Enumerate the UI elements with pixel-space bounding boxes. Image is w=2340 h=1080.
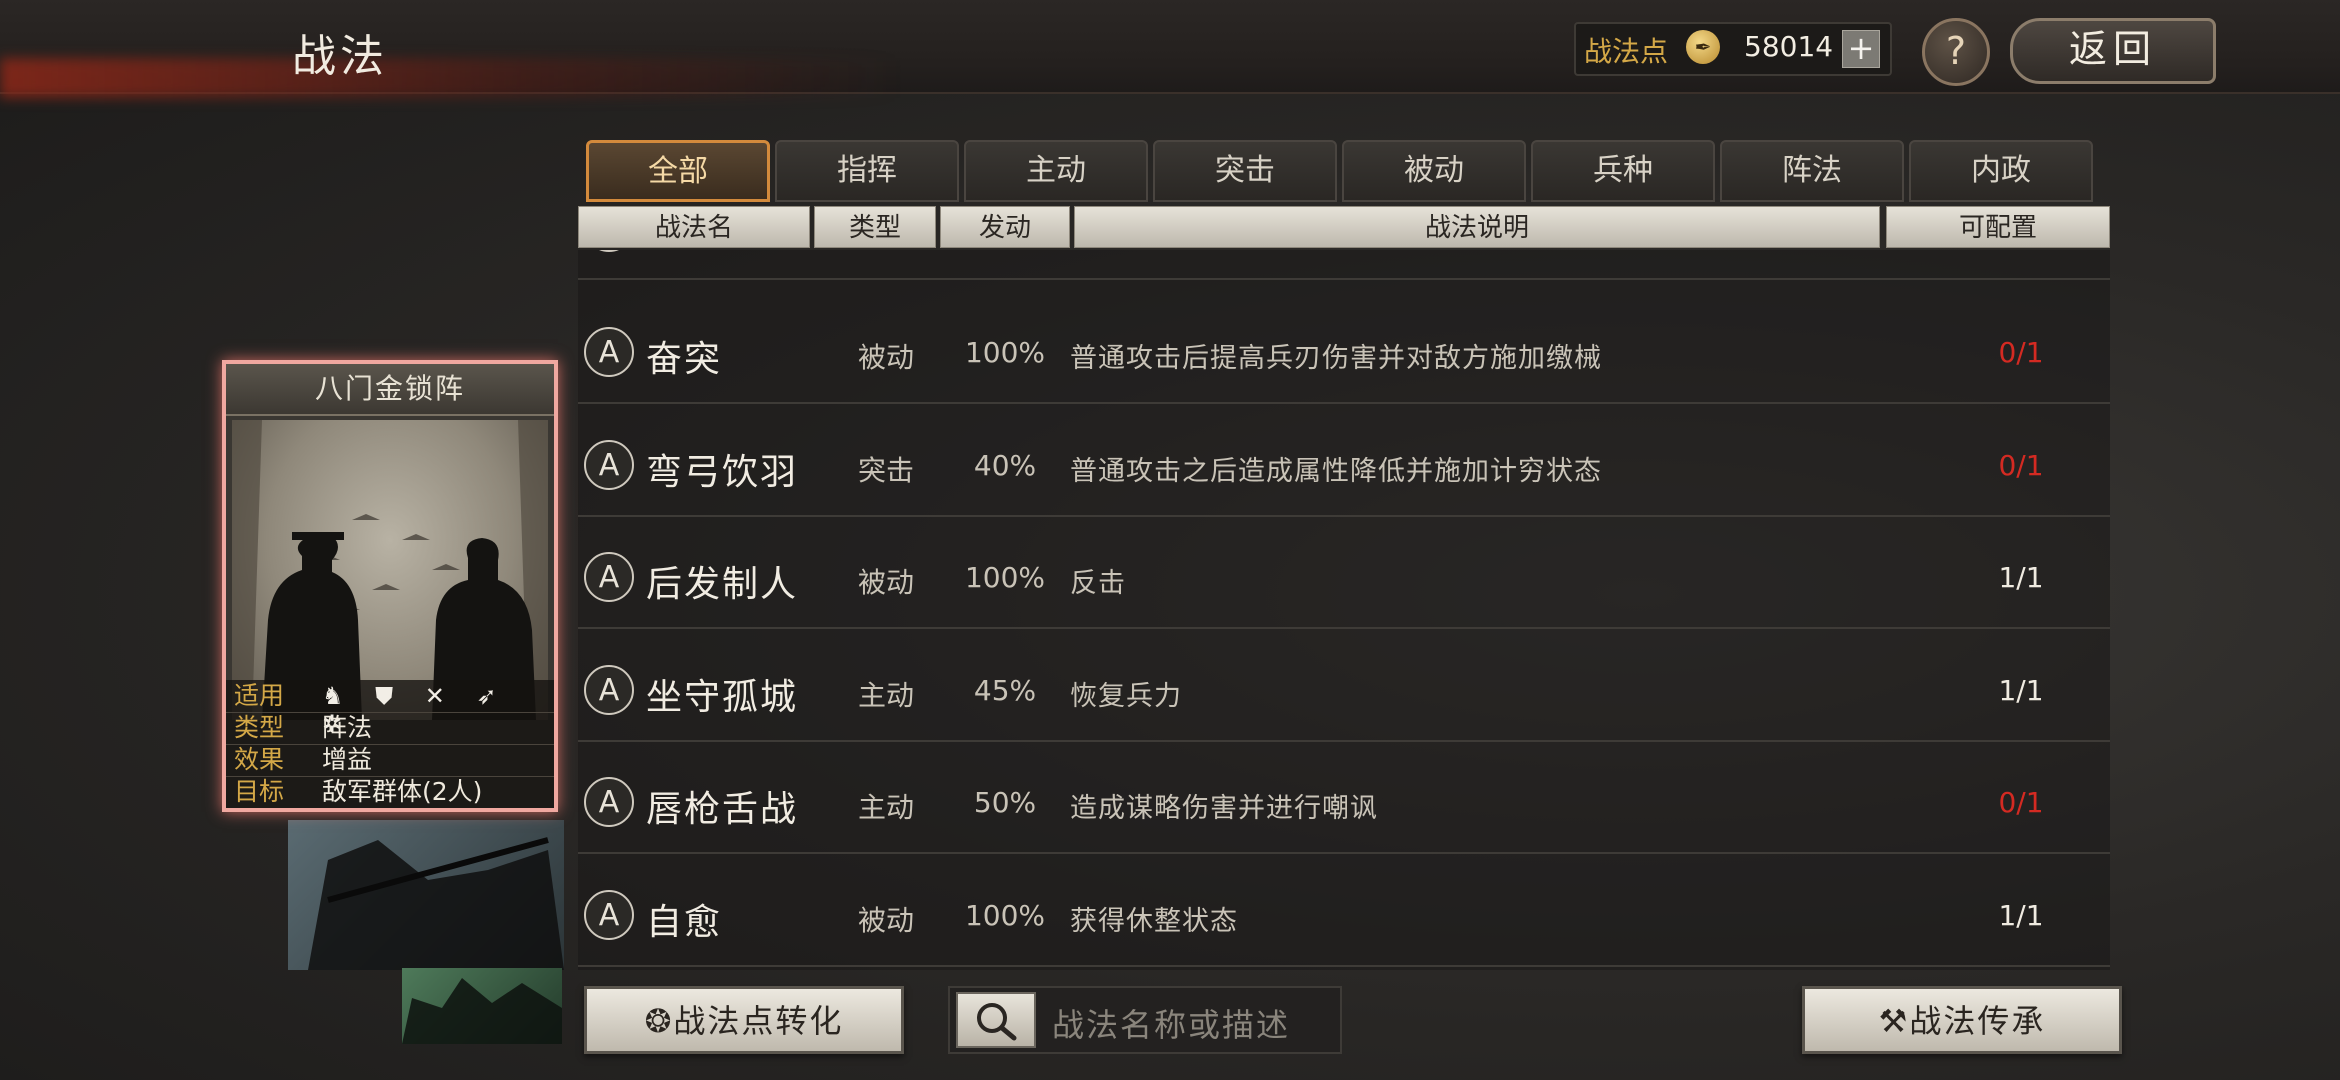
tactic-rate: 45% [973,674,1037,707]
warrior-silhouette-art [308,837,564,970]
tactic-name: 后发制人 [646,564,799,605]
inherit-tactic-button[interactable]: ⚒战法传承 [1802,986,2122,1054]
title-glow [0,58,900,98]
tactic-description: 恢复兵力 [1070,681,1182,712]
tactic-capacity: 1/1 [1998,899,2044,932]
column-header-name[interactable]: 战法名 [578,206,810,248]
column-header-description: 战法说明 [1074,206,1880,248]
table-row[interactable]: A 唇枪舌战 主动 50% 造成谋略伤害并进行嘲讽 0/1 [578,750,2110,854]
tactic-description: 反击 [1070,568,1126,599]
search-placeholder[interactable]: 战法名称或描述 [1052,1000,1290,1046]
convert-points-button[interactable]: ❂战法点转化 [584,986,904,1054]
attr-value: 阵法 [322,713,373,742]
column-header-rate[interactable]: 发动 [940,206,1070,248]
tab-formation[interactable]: 阵法 [1720,140,1904,202]
tactic-name: 坐守孤城 [646,677,799,718]
help-button[interactable]: ? [1922,18,1990,86]
tactic-name: 自愈 [646,902,723,943]
grade-badge: A [584,552,634,602]
fire-icon: ❂ [644,1002,674,1040]
tactic-capacity: 0/1 [1998,336,2044,369]
tactic-rate: 100% [964,336,1046,369]
attr-key: 目标 [234,777,285,806]
tactic-description: 造成谋略伤害并进行嘲讽 [1070,793,1378,824]
tactic-type: 被动 [857,566,914,599]
tactic-rate: 40% [973,449,1037,482]
attr-row-type: 类型 阵法 [226,712,554,745]
page-title: 战法 [292,31,388,82]
tactic-description: 普通攻击之后造成属性降低并施加计穷状态 [1070,456,1602,487]
tactic-type: 主动 [857,791,914,824]
grade-badge: A [584,327,634,377]
table-row[interactable]: A 坐守孤城 主动 45% 恢复兵力 1/1 [578,638,2110,742]
card-artwork [232,420,548,720]
table-row-partial[interactable]: A [578,250,2110,280]
tactic-rate: 50% [973,786,1037,819]
card-attributes: 适用 ♞ ⛊ ✕ ➶ ✲ 类型 阵法 效果 增益 目标 敌军群体(2人) [226,680,554,808]
attr-key: 类型 [234,713,285,742]
grade-badge: A [584,250,634,252]
hammer-icon: ⚒ [1878,1002,1910,1040]
attr-value: 增益 [322,745,373,774]
column-header-type[interactable]: 类型 [814,206,936,248]
category-tabs: 全部 指挥 主动 突击 被动 兵种 阵法 内政 [586,140,2098,202]
attr-key: 效果 [234,745,285,774]
back-button[interactable]: 返回 [2010,18,2216,84]
tactic-type: 突击 [857,454,914,487]
table-row[interactable]: A 奋突 被动 100% 普通攻击后提高兵刃伤害并对敌方施加缴械 0/1 [578,300,2110,404]
convert-points-label: 战法点转化 [673,1002,844,1040]
tactic-description: 获得休整状态 [1070,906,1238,937]
column-header-capacity[interactable]: 可配置 [1886,206,2110,248]
tactic-type: 被动 [857,341,914,374]
grade-badge: A [584,665,634,715]
grade-badge: A [584,440,634,490]
card-title: 八门金锁阵 [226,364,554,416]
search-button[interactable] [956,992,1036,1048]
tactic-capacity: 0/1 [1998,786,2044,819]
attr-row-target: 目标 敌军群体(2人) [226,776,554,808]
army-silhouette-art [402,978,562,1044]
tactic-rate: 100% [964,899,1046,932]
attr-row-applicable: 适用 ♞ ⛊ ✕ ➶ ✲ [226,680,554,738]
search-icon [977,1003,1017,1041]
tactic-name: 奋突 [646,339,723,380]
grade-badge: A [584,777,634,827]
tab-troop[interactable]: 兵种 [1531,140,1715,202]
tab-all[interactable]: 全部 [586,140,770,202]
table-row[interactable]: A 自愈 被动 100% 获得休整状态 1/1 [578,863,2110,967]
tab-internal-affairs[interactable]: 内政 [1909,140,2093,202]
tactic-card-back [288,820,564,970]
tactic-card-back [402,968,562,1044]
tactic-description: 普通攻击后提高兵刃伤害并对敌方施加缴械 [1070,343,1602,374]
tactic-capacity: 1/1 [1998,561,2044,594]
tactic-rate: 100% [964,561,1046,594]
inherit-tactic-label: 战法传承 [1909,1002,2046,1040]
attr-key: 适用 [234,681,285,710]
add-points-button[interactable]: + [1842,30,1880,68]
tab-passive[interactable]: 被动 [1342,140,1526,202]
tactics-list[interactable]: A A 奋突 被动 100% 普通攻击后提高兵刃伤害并对敌方施加缴械 0/1 A… [578,250,2110,970]
grade-badge: A [584,890,634,940]
tactic-name: 弯弓饮羽 [646,452,799,493]
tab-assault[interactable]: 突击 [1153,140,1337,202]
table-row[interactable]: A 弯弓饮羽 突击 40% 普通攻击之后造成属性降低并施加计穷状态 0/1 [578,413,2110,517]
tactic-points-value: 58014 [1744,30,1834,63]
tactic-name: 唇枪舌战 [646,789,799,830]
selected-tactic-card[interactable]: 八门金锁阵 适用 ♞ ⛊ ✕ ➶ ✲ 类型 阵法 效果 增益 目标 敌军群体(2… [222,360,558,812]
attr-value: 敌军群体(2人) [322,777,483,806]
tactic-capacity: 1/1 [1998,674,2044,707]
tab-active[interactable]: 主动 [964,140,1148,202]
tactic-points-label: 战法点 [1584,35,1669,68]
quill-coin-icon: ✒ [1686,30,1720,64]
tab-command[interactable]: 指挥 [775,140,959,202]
table-row[interactable]: A 后发制人 被动 100% 反击 1/1 [578,525,2110,629]
tactic-type: 主动 [857,679,914,712]
tactic-type: 被动 [857,904,914,937]
tactic-capacity: 0/1 [1998,449,2044,482]
attr-row-effect: 效果 增益 [226,744,554,777]
